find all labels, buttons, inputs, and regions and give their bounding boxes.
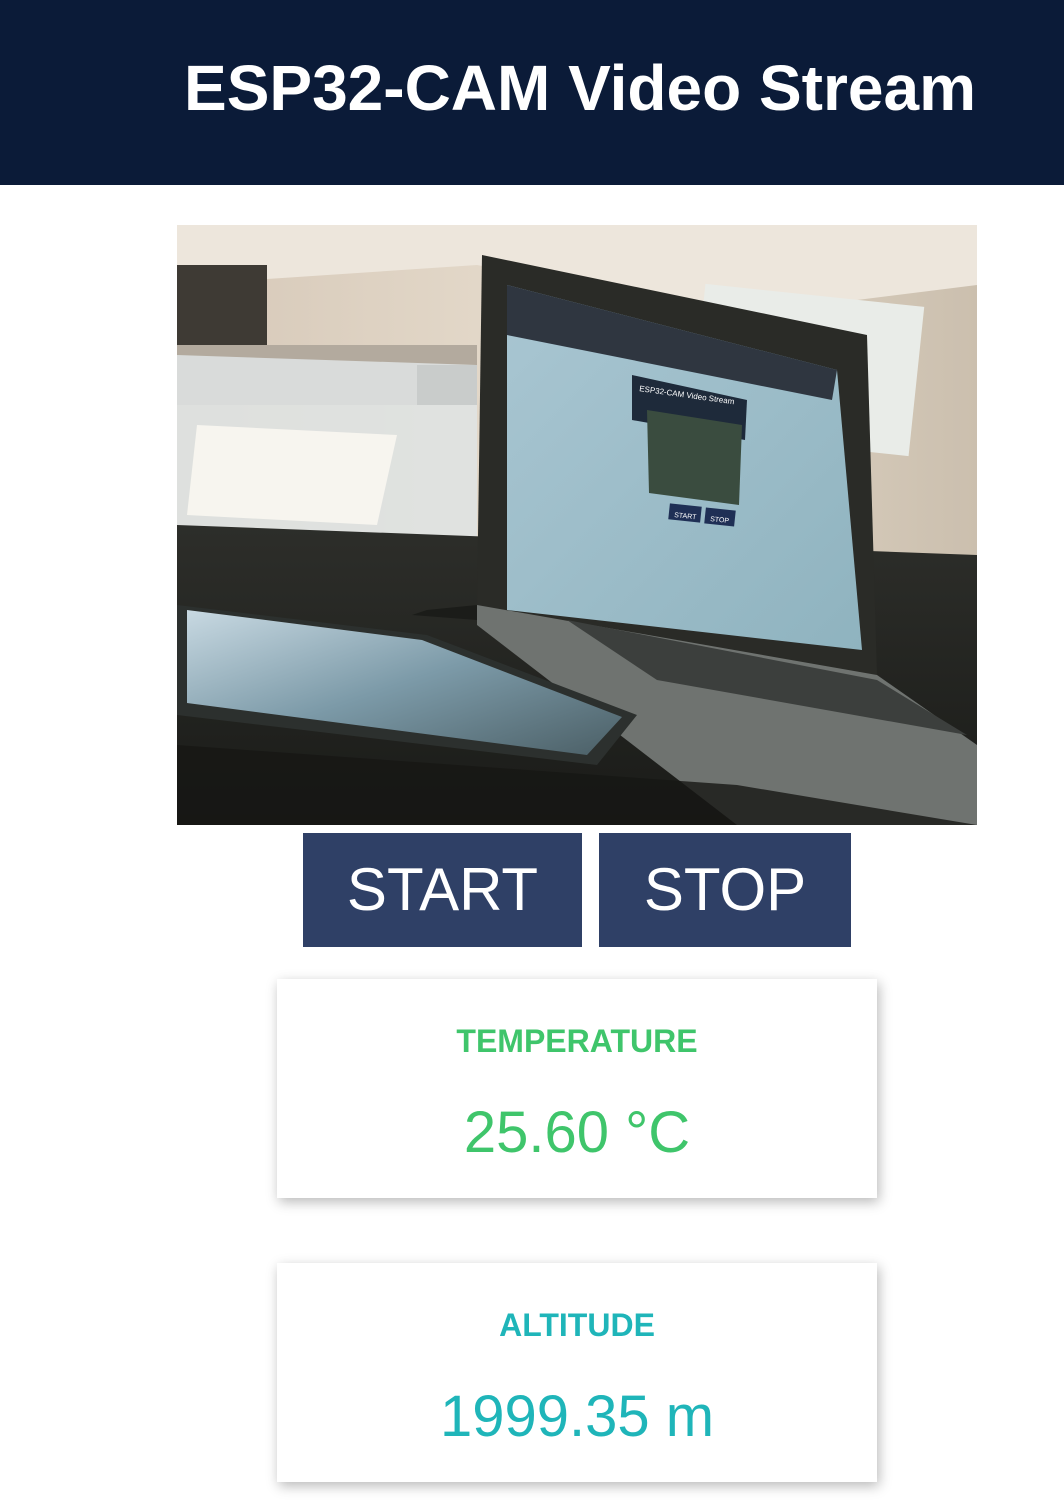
- start-button[interactable]: START: [303, 833, 582, 947]
- temperature-card: TEMPERATURE 25.60 °C: [277, 979, 877, 1198]
- top-nav-bar: ESP32-CAM Video Stream: [0, 0, 1064, 185]
- altitude-value: 1999.35 m: [439, 1384, 715, 1449]
- camera-frame-image: ESP32-CAM Video Stream START STOP: [177, 225, 977, 825]
- altitude-card: ALTITUDE 1999.35 m: [277, 1263, 877, 1482]
- temperature-value: 25.60 °C: [463, 1100, 691, 1165]
- temperature-label: TEMPERATURE: [456, 1023, 698, 1059]
- altitude-label: ALTITUDE: [499, 1307, 655, 1343]
- video-stream: ESP32-CAM Video Stream START STOP: [177, 225, 977, 825]
- page-title: ESP32-CAM Video Stream: [184, 52, 976, 124]
- stop-button[interactable]: STOP: [599, 833, 851, 947]
